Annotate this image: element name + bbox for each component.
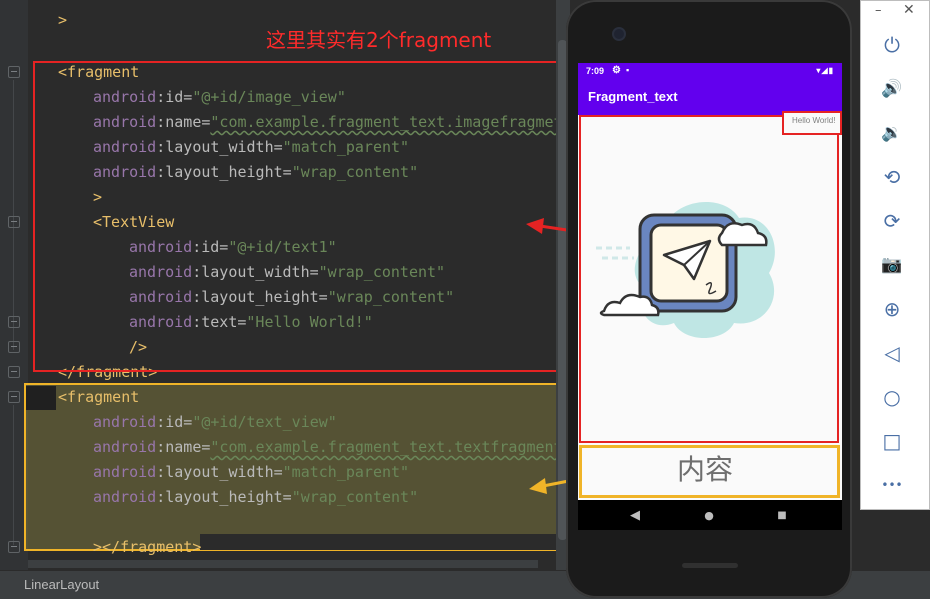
signal-battery-icon: ▾◢▮ bbox=[816, 66, 834, 75]
annotation-note: 这里其实有2个fragment bbox=[266, 28, 492, 52]
camera-icon[interactable]: 📷 bbox=[877, 250, 907, 280]
fold-guide bbox=[13, 405, 14, 545]
code-line: <fragment bbox=[58, 388, 140, 406]
paper-plane-illustration bbox=[596, 201, 775, 338]
fold-guide bbox=[13, 80, 14, 350]
code-line: android:layout_height="wrap_content" bbox=[93, 488, 419, 506]
minimize-icon[interactable]: – bbox=[875, 3, 882, 18]
zoom-icon[interactable]: ⊕ bbox=[877, 294, 907, 324]
horizontal-scrollbar[interactable] bbox=[28, 560, 538, 568]
rotate-right-icon[interactable]: ⟳ bbox=[877, 206, 907, 236]
volume-down-icon[interactable]: 🔉 bbox=[877, 118, 907, 148]
nav-recents-icon[interactable]: ■ bbox=[762, 500, 802, 530]
fold-toggle[interactable] bbox=[8, 66, 20, 78]
code-line: android:name="com.example.fragment_text.… bbox=[93, 438, 572, 456]
code-line: android:layout_width="match_parent" bbox=[93, 463, 410, 481]
overview-icon[interactable]: □ bbox=[877, 426, 907, 456]
home-icon[interactable]: ○ bbox=[877, 382, 907, 412]
android-nav-bar: ◀ ● ■ bbox=[578, 500, 842, 530]
fold-toggle[interactable] bbox=[8, 541, 20, 553]
device-speaker bbox=[682, 563, 738, 568]
app-title: Fragment_text bbox=[588, 89, 678, 104]
fragment1-code-outline bbox=[33, 61, 559, 372]
close-icon[interactable]: ✕ bbox=[903, 2, 915, 18]
notification-icon: ▪ bbox=[626, 65, 630, 75]
app-bar: Fragment_text bbox=[578, 79, 842, 115]
nav-home-icon[interactable]: ● bbox=[689, 500, 729, 530]
gear-icon: ⚙ bbox=[612, 65, 621, 76]
code-line: > bbox=[58, 11, 68, 29]
device-screen[interactable]: 7:09 ⚙ ▪ ▾◢▮ Fragment_text Hello World! … bbox=[578, 63, 842, 530]
toolbar-title-bar: – ✕ bbox=[861, 1, 930, 23]
volume-up-icon[interactable]: 🔊 bbox=[877, 74, 907, 104]
code-line: ></fragment> bbox=[93, 538, 202, 556]
nav-back-icon[interactable]: ◀ bbox=[615, 500, 655, 530]
more-icon[interactable]: ••• bbox=[877, 470, 907, 500]
caret-highlight bbox=[26, 386, 56, 410]
editor-background bbox=[200, 534, 558, 550]
rotate-left-icon[interactable]: ⟲ bbox=[877, 162, 907, 192]
camera-icon bbox=[612, 27, 626, 41]
emulator-toolbar: – ✕ ⏻ 🔊 🔉 ⟲ ⟳ 📷 ⊕ ◁ ○ □ ••• bbox=[860, 0, 930, 510]
status-time: 7:09 bbox=[586, 66, 605, 76]
fold-toggle[interactable] bbox=[8, 341, 20, 353]
fold-toggle[interactable] bbox=[8, 316, 20, 328]
fold-toggle[interactable] bbox=[8, 216, 20, 228]
fold-toggle[interactable] bbox=[8, 366, 20, 378]
power-icon[interactable]: ⏻ bbox=[877, 30, 907, 60]
content-text: 内容 bbox=[677, 453, 734, 486]
code-line: android:id="@+id/text_view" bbox=[93, 413, 337, 431]
hello-world-text: Hello World! bbox=[792, 116, 836, 125]
code-editor[interactable]: > <fragment android:id="@+id/image_view"… bbox=[0, 0, 572, 570]
back-icon[interactable]: ◁ bbox=[877, 338, 907, 368]
breadcrumb[interactable]: LinearLayout bbox=[24, 577, 99, 592]
fold-toggle[interactable] bbox=[8, 391, 20, 403]
android-status-bar: 7:09 ⚙ ▪ ▾◢▮ bbox=[578, 63, 842, 79]
